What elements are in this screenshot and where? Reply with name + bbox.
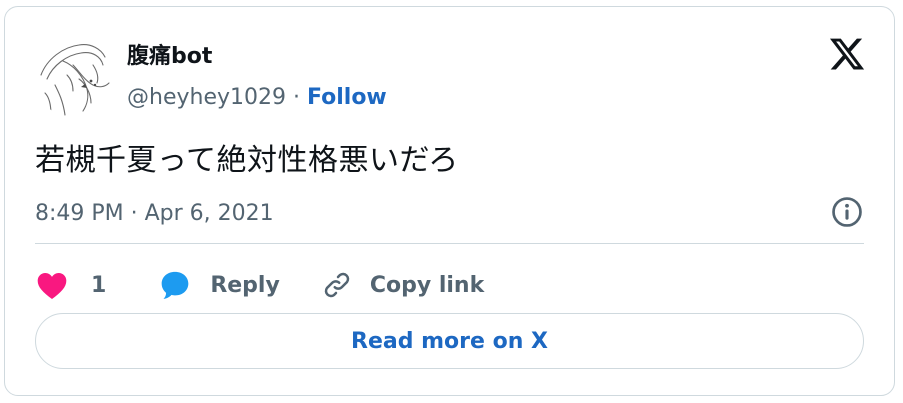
author-display-name[interactable]: 腹痛bot — [127, 43, 212, 71]
copy-link-label: Copy link — [369, 272, 485, 298]
like-button[interactable]: 1 — [35, 270, 106, 300]
avatar-sketch-image — [33, 35, 115, 117]
tweet-text: 若槻千夏って絶対性格悪いだろ — [35, 143, 459, 178]
link-icon — [324, 272, 350, 298]
reply-label: Reply — [210, 272, 280, 298]
author-handle[interactable]: @heyhey1029 — [127, 85, 286, 110]
tweet-actions: 1 Reply Copy link — [35, 263, 484, 307]
x-logo-icon[interactable] — [828, 35, 866, 73]
like-count: 1 — [91, 272, 107, 298]
avatar[interactable] — [33, 35, 115, 117]
divider — [35, 243, 864, 244]
author-handle-row: @heyhey1029 · Follow — [127, 83, 387, 113]
copy-link-button[interactable]: Copy link — [322, 270, 484, 300]
reply-button[interactable]: Reply — [158, 269, 280, 301]
follow-button[interactable]: Follow — [307, 85, 387, 110]
heart-icon — [37, 273, 67, 300]
speech-bubble-icon — [161, 271, 189, 299]
tweet-timestamp[interactable]: 8:49 PM · Apr 6, 2021 — [35, 199, 274, 229]
info-icon[interactable] — [830, 195, 864, 229]
read-more-button[interactable]: Read more on X — [35, 313, 864, 369]
handle-separator: · — [292, 85, 300, 110]
tweet-embed-card: 腹痛bot @heyhey1029 · Follow 若槻千夏って絶対性格悪いだ… — [4, 6, 895, 396]
